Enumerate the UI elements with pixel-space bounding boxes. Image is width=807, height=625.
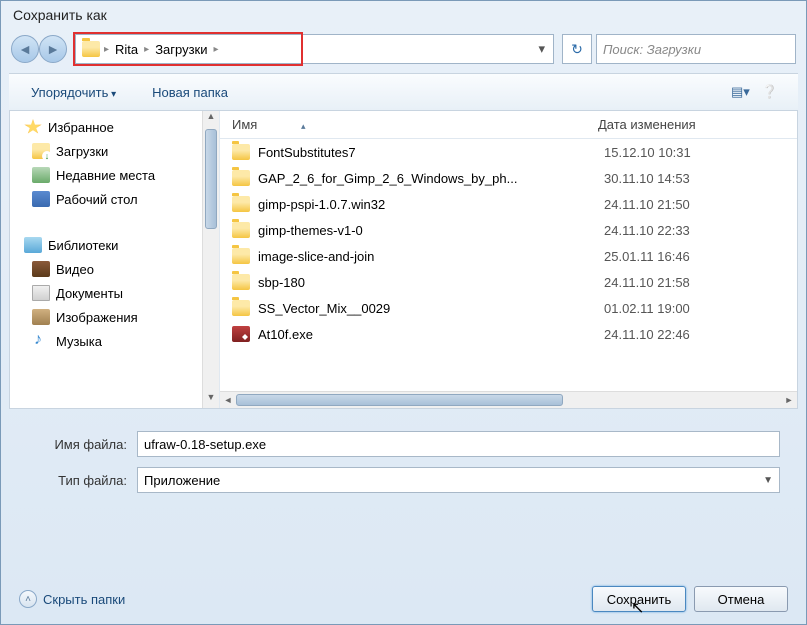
filename-input[interactable]: [137, 431, 780, 457]
hide-folders-toggle[interactable]: ˄ Скрыть папки: [19, 590, 125, 608]
view-options-button[interactable]: ▤▾: [725, 80, 756, 104]
sidebar-item-documents[interactable]: Документы: [10, 281, 219, 305]
file-row[interactable]: FontSubstitutes715.12.10 10:31: [220, 139, 797, 165]
scroll-thumb[interactable]: [205, 129, 217, 229]
image-icon: [32, 309, 50, 325]
file-name: image-slice-and-join: [258, 249, 604, 264]
file-name: gimp-themes-v1-0: [258, 223, 604, 238]
save-button[interactable]: Сохранить: [592, 586, 686, 612]
file-date: 24.11.10 22:46: [604, 327, 690, 342]
breadcrumb-item[interactable]: Rita: [109, 42, 144, 57]
column-name[interactable]: Имя ▴: [220, 117, 590, 132]
file-row[interactable]: At10f.exe24.11.10 22:46: [220, 321, 797, 347]
organize-menu[interactable]: Упорядочить: [23, 81, 124, 104]
video-icon: [32, 261, 50, 277]
breadcrumb-dropdown[interactable]: ▾: [530, 41, 553, 57]
search-placeholder: Поиск: Загрузки: [603, 42, 701, 57]
desktop-icon: [32, 191, 50, 207]
file-date: 15.12.10 10:31: [604, 145, 691, 160]
new-folder-button[interactable]: Новая папка: [144, 81, 236, 104]
folder-icon: [232, 248, 250, 264]
scroll-down-arrow[interactable]: ▼: [203, 392, 219, 408]
file-name: gimp-pspi-1.0.7.win32: [258, 197, 604, 212]
file-name: SS_Vector_Mix__0029: [258, 301, 604, 316]
sidebar-item-images[interactable]: Изображения: [10, 305, 219, 329]
file-date: 24.11.10 21:58: [604, 275, 690, 290]
chevron-up-icon: ˄: [19, 590, 37, 608]
sort-indicator-icon: ▴: [301, 121, 306, 131]
filename-label: Имя файла:: [27, 437, 137, 452]
help-button[interactable]: ❔: [756, 80, 784, 104]
titlebar: Сохранить как: [1, 1, 806, 29]
folder-icon: [82, 41, 100, 57]
recent-icon: [32, 167, 50, 183]
libraries-header[interactable]: Библиотеки: [10, 233, 219, 257]
file-name: sbp-180: [258, 275, 604, 290]
navbar: ◄ ► ▸ Rita ▸ Загрузки ▸ ▾ ↻ Поиск: Загру…: [1, 29, 806, 69]
file-row[interactable]: gimp-themes-v1-024.11.10 22:33: [220, 217, 797, 243]
library-icon: [24, 237, 42, 253]
downloads-icon: [32, 143, 50, 159]
favorites-header[interactable]: Избранное: [10, 115, 219, 139]
content-area: Избранное Загрузки Недавние места Рабочи…: [9, 111, 798, 409]
toolbar: Упорядочить Новая папка ▤▾ ❔: [9, 73, 798, 111]
folder-icon: [232, 274, 250, 290]
filetype-combo[interactable]: Приложение ▼: [137, 467, 780, 493]
horizontal-scrollbar[interactable]: ◄ ►: [220, 391, 797, 408]
column-date[interactable]: Дата изменения: [590, 117, 740, 132]
file-row[interactable]: image-slice-and-join25.01.11 16:46: [220, 243, 797, 269]
bottom-panel: Имя файла: Тип файла: Приложение ▼: [9, 423, 798, 511]
column-headers: Имя ▴ Дата изменения: [220, 111, 797, 139]
star-icon: [24, 119, 42, 135]
file-date: 25.01.11 16:46: [604, 249, 690, 264]
scroll-up-arrow[interactable]: ▲: [203, 111, 219, 127]
folder-icon: [232, 300, 250, 316]
file-row[interactable]: gimp-pspi-1.0.7.win3224.11.10 21:50: [220, 191, 797, 217]
breadcrumb-item[interactable]: Загрузки: [149, 42, 213, 57]
file-date: 24.11.10 21:50: [604, 197, 690, 212]
save-as-dialog: Сохранить как ◄ ► ▸ Rita ▸ Загрузки ▸ ▾ …: [0, 0, 807, 625]
file-row[interactable]: SS_Vector_Mix__002901.02.11 19:00: [220, 295, 797, 321]
exe-icon: [232, 326, 250, 342]
file-date: 30.11.10 14:53: [604, 171, 690, 186]
sidebar-scrollbar[interactable]: ▲ ▼: [202, 111, 219, 408]
file-date: 24.11.10 22:33: [604, 223, 690, 238]
refresh-button[interactable]: ↻: [562, 34, 592, 64]
chevron-right-icon: ▸: [214, 44, 219, 55]
footer: ˄ Скрыть папки Сохранить Отмена: [1, 586, 806, 612]
file-name: At10f.exe: [258, 327, 604, 342]
window-title: Сохранить как: [13, 7, 107, 23]
sidebar-item-music[interactable]: Музыка: [10, 329, 219, 353]
search-input[interactable]: Поиск: Загрузки: [596, 34, 796, 64]
sidebar: Избранное Загрузки Недавние места Рабочи…: [10, 111, 220, 408]
file-list: Имя ▴ Дата изменения FontSubstitutes715.…: [220, 111, 797, 408]
scroll-right-arrow[interactable]: ►: [781, 395, 797, 405]
document-icon: [32, 285, 50, 301]
folder-icon: [232, 196, 250, 212]
file-date: 01.02.11 19:00: [604, 301, 690, 316]
back-button[interactable]: ◄: [11, 35, 39, 63]
folder-icon: [232, 170, 250, 186]
sidebar-item-video[interactable]: Видео: [10, 257, 219, 281]
scroll-thumb[interactable]: [236, 394, 563, 406]
forward-button[interactable]: ►: [39, 35, 67, 63]
folder-icon: [232, 222, 250, 238]
file-row[interactable]: sbp-18024.11.10 21:58: [220, 269, 797, 295]
sidebar-item-recent[interactable]: Недавние места: [10, 163, 219, 187]
filetype-label: Тип файла:: [27, 473, 137, 488]
sidebar-item-downloads[interactable]: Загрузки: [10, 139, 219, 163]
folder-icon: [232, 144, 250, 160]
chevron-down-icon: ▼: [763, 475, 773, 486]
file-name: GAP_2_6_for_Gimp_2_6_Windows_by_ph...: [258, 171, 604, 186]
sidebar-item-desktop[interactable]: Рабочий стол: [10, 187, 219, 211]
music-icon: [32, 333, 50, 349]
file-name: FontSubstitutes7: [258, 145, 604, 160]
cancel-button[interactable]: Отмена: [694, 586, 788, 612]
file-row[interactable]: GAP_2_6_for_Gimp_2_6_Windows_by_ph...30.…: [220, 165, 797, 191]
breadcrumb[interactable]: ▸ Rita ▸ Загрузки ▸ ▾: [75, 34, 554, 64]
scroll-left-arrow[interactable]: ◄: [220, 395, 236, 405]
